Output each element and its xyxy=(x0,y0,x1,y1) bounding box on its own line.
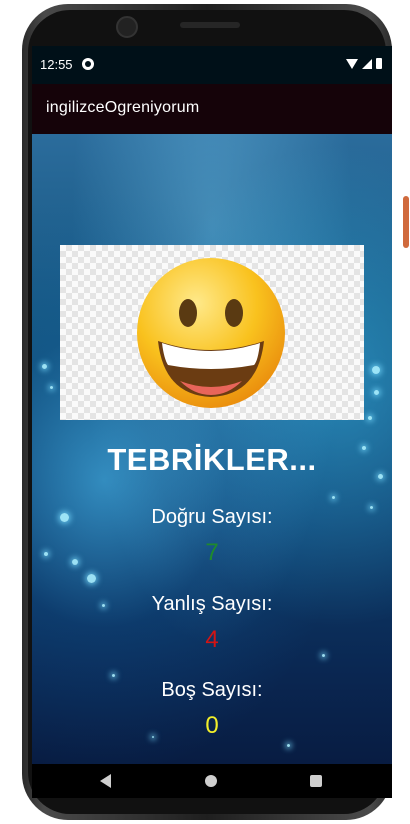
sparkle-decoration xyxy=(112,674,115,677)
sparkle-decoration xyxy=(374,390,379,395)
side-power-button[interactable] xyxy=(403,196,409,248)
sparkle-decoration xyxy=(287,744,290,747)
back-icon[interactable] xyxy=(100,774,111,788)
app-bar: ingilizceOgreniyorum xyxy=(32,84,392,134)
device: 12:55 ingilizceOgreniyorum TEBRİKLER... … xyxy=(0,0,410,824)
home-icon[interactable] xyxy=(205,775,217,787)
sparkle-decoration xyxy=(368,416,372,420)
correct-count-label: Doğru Sayısı: xyxy=(151,506,273,528)
sparkle-decoration xyxy=(87,574,96,583)
sparkle-decoration xyxy=(332,496,335,499)
empty-count-value: 0 xyxy=(205,712,219,739)
wrong-count-label: Yanlış Sayısı: xyxy=(151,593,273,615)
result-image xyxy=(60,245,364,420)
status-bar: 12:55 xyxy=(32,46,392,84)
status-icons xyxy=(346,58,382,69)
wrong-count-value: 4 xyxy=(205,626,219,653)
notification-icon xyxy=(82,58,94,70)
battery-icon xyxy=(376,58,382,69)
congratulations-heading: TEBRİKLER... xyxy=(107,442,317,477)
sparkle-decoration xyxy=(42,364,47,369)
front-camera-icon xyxy=(116,16,138,38)
phone-screen: 12:55 ingilizceOgreniyorum TEBRİKLER... … xyxy=(32,46,392,798)
recent-apps-icon[interactable] xyxy=(310,775,322,787)
app-title: ingilizceOgreniyorum xyxy=(46,99,200,116)
result-screen: TEBRİKLER... Doğru Sayısı: 7 Yanlış Sayı… xyxy=(32,134,392,764)
status-time: 12:55 xyxy=(40,57,73,72)
empty-count-label: Boş Sayısı: xyxy=(161,679,263,701)
navigation-bar xyxy=(32,764,392,798)
earpiece-speaker xyxy=(180,22,240,28)
correct-count-value: 7 xyxy=(205,539,219,566)
sparkle-decoration xyxy=(322,654,325,657)
wifi-icon xyxy=(346,58,358,69)
sparkle-decoration xyxy=(50,386,53,389)
sparkle-decoration xyxy=(372,366,380,374)
signal-icon xyxy=(362,58,372,69)
grinning-face-icon xyxy=(137,258,285,408)
